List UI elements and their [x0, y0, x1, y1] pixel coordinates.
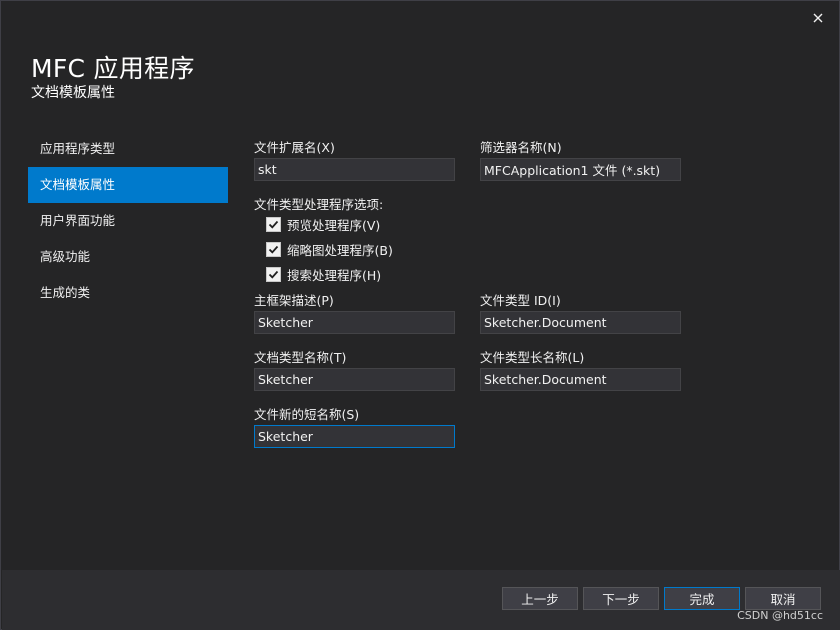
prev-button[interactable]: 上一步: [502, 587, 578, 610]
next-button[interactable]: 下一步: [583, 587, 659, 610]
nav-item-app-type[interactable]: 应用程序类型: [28, 131, 228, 167]
watermark: CSDN @hd51cc: [737, 609, 823, 622]
main-frame-label: 主框架描述(P): [254, 293, 334, 308]
file-type-id-label: 文件类型 ID(I): [480, 293, 561, 308]
check-icon: [268, 245, 279, 254]
cancel-button[interactable]: 取消: [745, 587, 821, 610]
search-handler-option[interactable]: 搜索处理程序(H): [266, 265, 381, 283]
doc-type-name-input[interactable]: [254, 368, 455, 391]
file-ext-input[interactable]: [254, 158, 455, 181]
finish-button[interactable]: 完成: [664, 587, 740, 610]
thumbnail-handler-label: 缩略图处理程序(B): [287, 242, 393, 258]
search-handler-checkbox[interactable]: [266, 266, 281, 282]
filter-name-label: 筛选器名称(N): [480, 140, 562, 155]
wizard-nav: 应用程序类型 文档模板属性 用户界面功能 高级功能 生成的类: [28, 131, 228, 311]
close-button[interactable]: [807, 7, 829, 29]
thumbnail-handler-checkbox[interactable]: [266, 241, 281, 257]
doc-type-name-label: 文档类型名称(T): [254, 350, 347, 365]
new-short-name-input[interactable]: [254, 425, 455, 448]
dialog-subtitle: 文档模板属性: [31, 85, 115, 101]
nav-item-doc-template[interactable]: 文档模板属性: [28, 167, 228, 203]
nav-item-generated-classes[interactable]: 生成的类: [28, 275, 228, 311]
search-handler-label: 搜索处理程序(H): [287, 267, 382, 283]
preview-handler-checkbox[interactable]: [266, 216, 281, 232]
close-icon: [813, 13, 823, 23]
check-icon: [268, 220, 279, 229]
file-type-long-input[interactable]: [480, 368, 681, 391]
new-short-name-label: 文件新的短名称(S): [254, 407, 360, 422]
preview-handler-option[interactable]: 预览处理程序(V): [266, 215, 380, 233]
mfc-wizard-dialog: MFC 应用程序 文档模板属性 应用程序类型 文档模板属性 用户界面功能 高级功…: [0, 0, 840, 630]
file-ext-label: 文件扩展名(X): [254, 140, 335, 155]
check-icon: [268, 270, 279, 279]
handler-options-label: 文件类型处理程序选项:: [254, 197, 384, 212]
dialog-title: MFC 应用程序: [31, 54, 195, 83]
filter-name-input[interactable]: [480, 158, 681, 181]
preview-handler-label: 预览处理程序(V): [287, 217, 381, 233]
file-type-id-input[interactable]: [480, 311, 681, 334]
nav-item-advanced[interactable]: 高级功能: [28, 239, 228, 275]
thumbnail-handler-option[interactable]: 缩略图处理程序(B): [266, 240, 393, 258]
main-frame-input[interactable]: [254, 311, 455, 334]
nav-item-ui-features[interactable]: 用户界面功能: [28, 203, 228, 239]
file-type-long-label: 文件类型长名称(L): [480, 350, 585, 365]
